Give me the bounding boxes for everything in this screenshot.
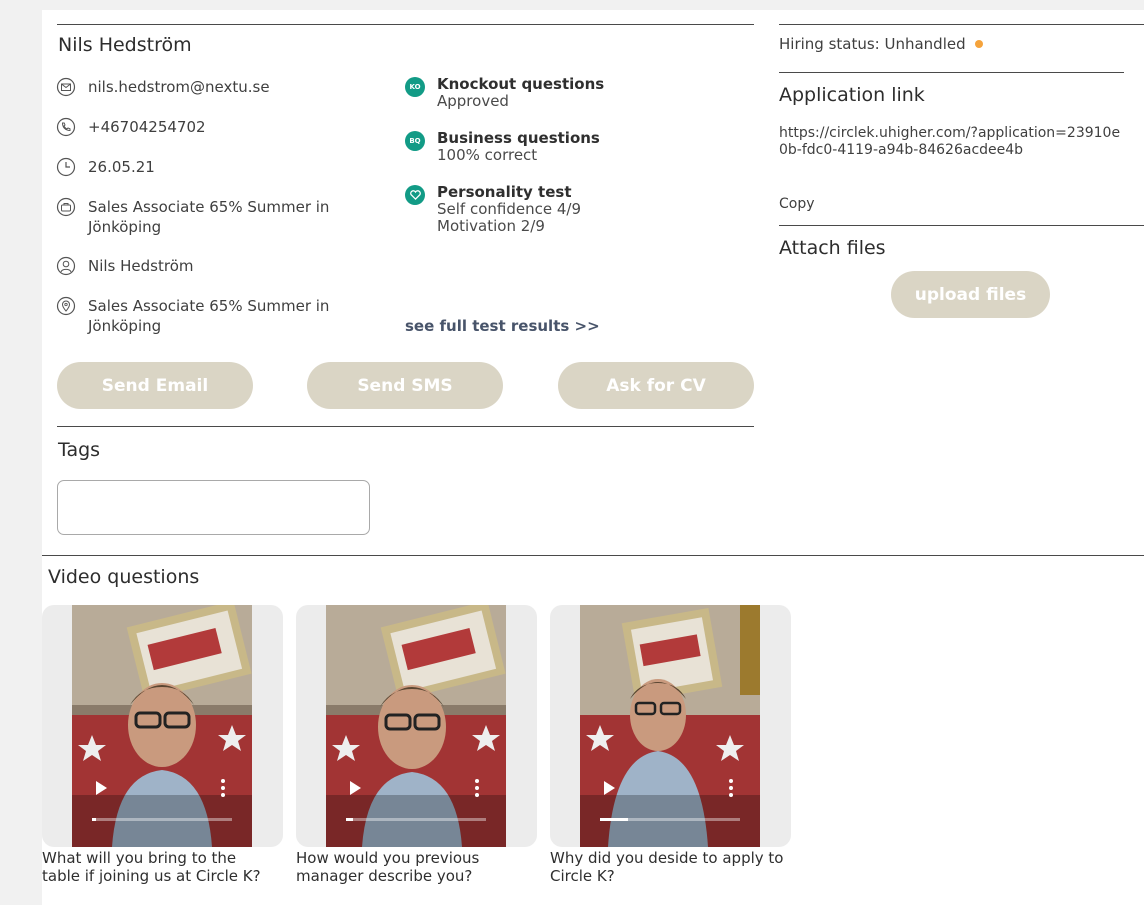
test-title: Knockout questions (437, 75, 605, 93)
attach-files-title: Attach files (779, 237, 886, 259)
hiring-status-text: Hiring status: Unhandled (779, 35, 966, 53)
status-dot-icon (974, 40, 983, 48)
send-sms-button[interactable]: Send SMS (307, 362, 503, 409)
candidate-job: Sales Associate 65% Summer in Jönköping (88, 198, 330, 236)
video-questions-title: Video questions (48, 566, 200, 588)
candidate-date: 26.05.21 (88, 158, 155, 176)
divider-video (42, 555, 1144, 556)
briefcase-icon (56, 197, 76, 217)
test-personality: Personality test Self confidence 4/9 Mot… (405, 183, 581, 235)
video-caption-1: What will you bring to the table if join… (42, 849, 261, 885)
test-result: Approved (437, 92, 509, 110)
date-row: 26.05.21 (56, 157, 378, 177)
application-link-title: Application link (779, 84, 925, 106)
candidate-name: Nils Hedström (58, 34, 192, 56)
phone-row: +46704254702 (56, 117, 378, 137)
clock-icon (56, 157, 76, 177)
more-options-icon[interactable] (729, 779, 733, 797)
send-email-button[interactable]: Send Email (57, 362, 253, 409)
divider-attach (779, 225, 1144, 226)
upload-files-button[interactable]: upload files (891, 271, 1050, 318)
test-result: Self confidence 4/9 (437, 200, 581, 218)
video-thumbnail-1 (72, 605, 252, 847)
test-result: 100% correct (437, 146, 538, 164)
mail-icon (56, 77, 76, 97)
video-progress[interactable] (92, 818, 232, 821)
ask-cv-button[interactable]: Ask for CV (558, 362, 754, 409)
play-icon[interactable] (96, 781, 107, 795)
candidate-email[interactable]: nils.hedstrom@nextu.se (88, 77, 378, 97)
candidate-phone[interactable]: +46704254702 (88, 117, 378, 137)
divider-top (57, 24, 754, 25)
video-player-2[interactable] (326, 605, 506, 847)
top-gutter (42, 0, 1144, 10)
divider-tags (57, 426, 754, 427)
location-row: Sales Associate 65% Summer in Jönköping (56, 296, 378, 336)
heart-badge-icon (405, 185, 425, 205)
video-thumbnail-3 (580, 605, 760, 847)
video-caption-2: How would you previous manager describe … (296, 849, 480, 885)
candidate-location: Sales Associate 65% Summer in Jönköping (88, 297, 330, 335)
business-badge-icon: BQ (405, 131, 425, 151)
divider-right-top (779, 24, 1144, 25)
application-url[interactable]: https://circlek.uhigher.com/?application… (779, 125, 1124, 159)
video-player-1[interactable] (72, 605, 252, 847)
test-title: Business questions (437, 129, 600, 147)
tags-input[interactable] (57, 480, 370, 535)
test-business: BQ Business questions 100% correct (405, 129, 600, 164)
test-title: Personality test (437, 183, 572, 201)
video-caption-3: Why did you deside to apply to Circle K? (550, 849, 784, 885)
video-progress-fill (346, 818, 353, 821)
test-result: Motivation 2/9 (437, 217, 545, 235)
tags-label: Tags (58, 439, 101, 461)
video-thumbnail-2 (326, 605, 506, 847)
job-row: Sales Associate 65% Summer in Jönköping (56, 197, 378, 237)
location-pin-icon (56, 296, 76, 316)
knockout-badge-icon: KO (405, 77, 425, 97)
video-player-3[interactable] (580, 605, 760, 847)
left-gutter (0, 0, 42, 905)
video-progress[interactable] (346, 818, 486, 821)
phone-icon (56, 117, 76, 137)
video-progress[interactable] (600, 818, 740, 821)
more-options-icon[interactable] (475, 779, 479, 797)
divider-status (779, 72, 1124, 73)
see-full-results-link[interactable]: see full test results >> (405, 317, 600, 335)
more-options-icon[interactable] (221, 779, 225, 797)
copy-link-button[interactable]: Copy (779, 196, 815, 212)
heart-icon (409, 190, 421, 200)
recruiter-row: Nils Hedström (56, 256, 378, 276)
email-row: nils.hedstrom@nextu.se (56, 77, 378, 97)
video-progress-fill (600, 818, 628, 821)
candidate-recruiter: Nils Hedström (88, 257, 194, 275)
user-icon (56, 256, 76, 276)
test-knockout: KO Knockout questions Approved (405, 75, 604, 110)
play-icon[interactable] (604, 781, 615, 795)
hiring-status[interactable]: Hiring status: Unhandled (779, 35, 983, 53)
play-icon[interactable] (350, 781, 361, 795)
video-progress-fill (92, 818, 97, 821)
